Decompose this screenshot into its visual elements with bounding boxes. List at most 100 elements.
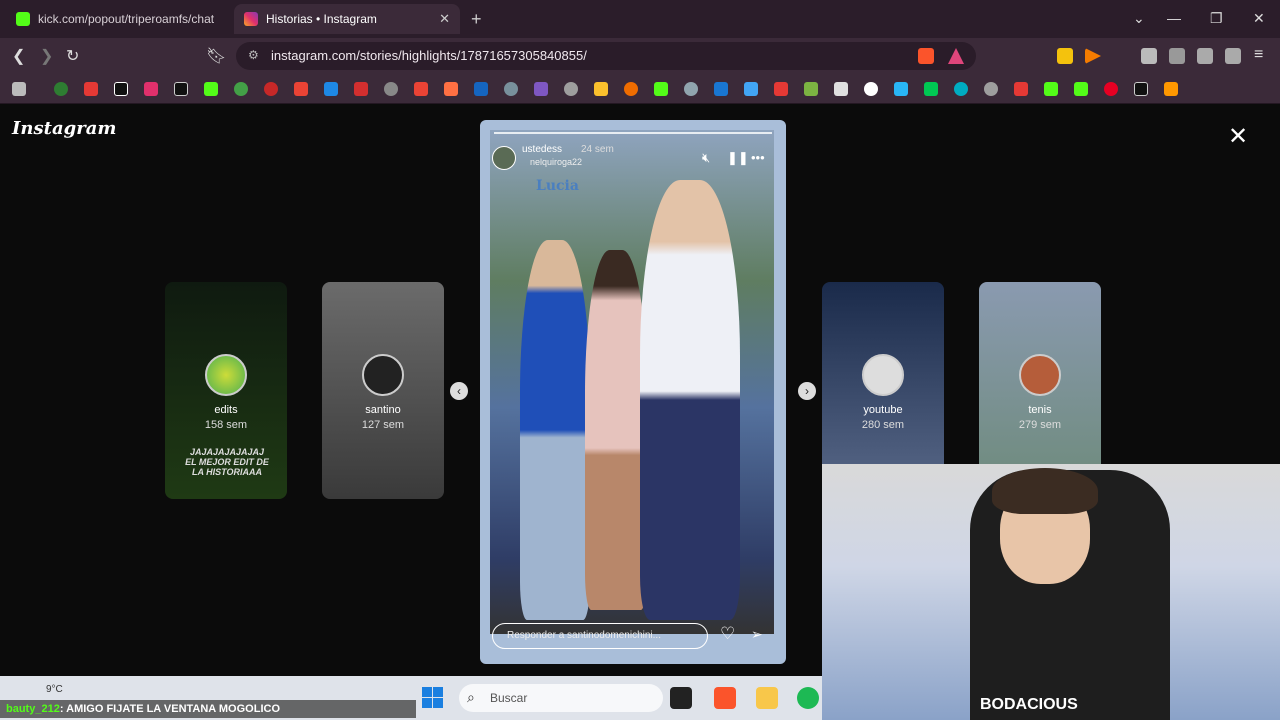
highlight-name: santino (365, 404, 401, 416)
bookmark-icon[interactable] (414, 82, 428, 96)
docs-icon[interactable] (744, 82, 758, 96)
story-sticker-text: Lucia (536, 178, 579, 194)
tab-instagram-stories[interactable]: Historias • Instagram ✕ (234, 4, 460, 34)
hoodie-logo: BODACIOUS (980, 696, 1078, 713)
tab-search-icon[interactable]: ⌄ (1133, 10, 1145, 27)
bookmark-icon[interactable] (954, 82, 968, 96)
bookmark-icon[interactable] (534, 82, 548, 96)
back-button[interactable]: ❮ (12, 46, 25, 66)
download-icon[interactable] (804, 82, 818, 96)
bookmarks-bar (0, 74, 1280, 104)
next-story-button[interactable]: › (798, 382, 816, 400)
file-explorer-icon[interactable] (756, 687, 778, 709)
story-subline[interactable]: nelquiroga22 (530, 157, 582, 167)
bookmark-icon[interactable] (684, 82, 698, 96)
bookmark-icon[interactable] (324, 82, 338, 96)
close-window-button[interactable]: ✕ (1253, 10, 1265, 27)
kick-icon[interactable] (204, 82, 218, 96)
restore-button[interactable]: ❐ (1210, 10, 1223, 27)
reply-input[interactable]: Responder a santinodomenichini... (492, 623, 708, 649)
highlight-santino[interactable]: santino 127 sem (322, 282, 444, 499)
highlight-age: 279 sem (1018, 419, 1062, 431)
reload-button[interactable]: ↻ (66, 46, 79, 66)
bookmark-icon[interactable] (894, 82, 908, 96)
person-figure (520, 240, 590, 620)
bookmark-icon[interactable] (504, 82, 518, 96)
kick-icon[interactable] (1044, 82, 1058, 96)
bookmark-icon[interactable] (354, 82, 368, 96)
extensions-puzzle-icon[interactable] (1141, 48, 1157, 64)
x-icon[interactable] (174, 82, 188, 96)
address-bar[interactable]: ⚙︎ instagram.com/stories/highlights/1787… (236, 42, 976, 70)
avatar (205, 354, 247, 396)
bookmark-icon[interactable] (564, 82, 578, 96)
bookmark-icon[interactable] (624, 82, 638, 96)
taskbar-search[interactable]: ⌕ Buscar (459, 684, 663, 712)
leo-icon[interactable] (1225, 48, 1241, 64)
url-text: instagram.com/stories/highlights/1787165… (271, 48, 587, 63)
tab-kick-chat[interactable]: kick.com/popout/triperoamfs/chat (6, 4, 232, 34)
spotify-icon[interactable] (797, 687, 819, 709)
bookmark-icon[interactable] (654, 82, 668, 96)
bookmark-icon[interactable] (924, 82, 938, 96)
bookmark-icon[interactable] (54, 82, 68, 96)
mute-icon[interactable]: 🔇︎ (702, 150, 710, 166)
send-icon[interactable]: ➢ (751, 626, 763, 643)
weather-widget[interactable]: 9°C (46, 684, 63, 695)
person-figure (640, 180, 740, 620)
tab-strip: kick.com/popout/triperoamfs/chat Histori… (0, 0, 1280, 38)
bookmark-icon[interactable] (474, 82, 488, 96)
menu-icon[interactable]: ≡ (1254, 46, 1263, 64)
avatar (1019, 354, 1061, 396)
apps-grid-icon[interactable] (12, 82, 26, 96)
extension-icon[interactable] (1057, 48, 1073, 64)
gmail-icon[interactable] (294, 82, 308, 96)
bookmark-icon[interactable] (444, 82, 458, 96)
highlight-name: edits (214, 404, 238, 416)
like-icon[interactable]: ♡ (720, 624, 735, 644)
play-extension-icon[interactable] (1085, 48, 1101, 64)
forward-button[interactable]: ❯ (40, 46, 53, 66)
instagram-icon[interactable] (144, 82, 158, 96)
bookmark-icon[interactable] (264, 82, 278, 96)
more-options-icon[interactable]: ••• (751, 150, 765, 165)
tab-title: Historias • Instagram (266, 12, 377, 26)
story-author-avatar[interactable] (492, 146, 516, 170)
highlight-age: 158 sem (204, 419, 248, 431)
bookmark-icon[interactable] (1164, 82, 1178, 96)
previous-story-button[interactable]: ‹ (450, 382, 468, 400)
search-icon: ⌕ (467, 689, 475, 705)
youtube-icon[interactable] (84, 82, 98, 96)
bookmark-icon[interactable] (1134, 82, 1148, 96)
tiktok-icon[interactable] (114, 82, 128, 96)
brave-shields-icon[interactable] (918, 48, 934, 64)
download-icon[interactable] (774, 82, 788, 96)
close-stories-icon[interactable]: ✕ (1228, 122, 1248, 151)
bookmark-icon[interactable] (864, 82, 878, 96)
kick-icon[interactable] (1074, 82, 1088, 96)
brave-icon[interactable] (714, 687, 736, 709)
story-card[interactable]: ustedess 24 sem nelquiroga22 🔇︎ ❚❚ ••• L… (480, 120, 786, 664)
bookmark-icon[interactable] (834, 82, 848, 96)
bookmark-icon[interactable] (594, 82, 608, 96)
close-tab-icon[interactable]: ✕ (439, 11, 450, 27)
instagram-logo[interactable]: Instagram (12, 118, 116, 139)
paypal-icon[interactable] (714, 82, 728, 96)
start-button[interactable] (422, 687, 444, 709)
wallet-icon[interactable] (1197, 48, 1213, 64)
bookmark-icon[interactable]: 🔖︎ (206, 46, 226, 66)
highlight-edits[interactable]: edits 158 sem JAJAJAJAJAJAJ EL MEJOR EDI… (165, 282, 287, 499)
story-username[interactable]: ustedess (522, 144, 562, 155)
task-view-icon[interactable] (670, 687, 692, 709)
person-figure (585, 250, 647, 610)
bookmark-icon[interactable] (384, 82, 398, 96)
minimize-button[interactable]: — (1167, 10, 1181, 26)
pause-icon[interactable]: ❚❚ (727, 150, 749, 166)
new-tab-button[interactable]: + (471, 9, 482, 30)
bookmark-icon[interactable] (1014, 82, 1028, 96)
bookmark-icon[interactable] (234, 82, 248, 96)
site-info-icon[interactable]: ⚙︎ (248, 48, 259, 62)
pinterest-icon[interactable] (1104, 82, 1118, 96)
bookmark-icon[interactable] (984, 82, 998, 96)
sidebar-icon[interactable] (1169, 48, 1185, 64)
